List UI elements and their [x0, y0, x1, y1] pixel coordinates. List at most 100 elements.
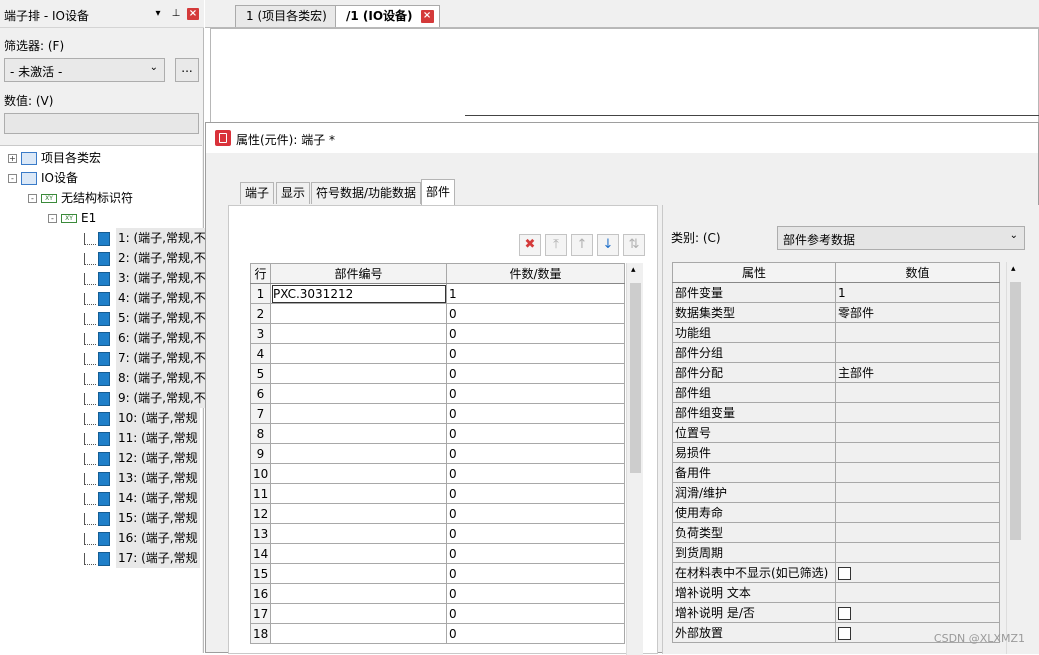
table-row[interactable]: 部件组 — [672, 382, 1000, 403]
part-number-cell[interactable] — [270, 543, 447, 564]
tab-parts[interactable]: 部件 — [421, 179, 456, 205]
terminal-item[interactable]: 12: (端子,常规 — [84, 448, 200, 468]
property-value-cell[interactable]: 1 — [835, 282, 1000, 303]
property-value-cell[interactable] — [835, 582, 1000, 603]
table-row[interactable]: 易损件 — [672, 442, 1000, 463]
table-row[interactable]: 50 — [250, 363, 625, 384]
table-row[interactable]: 到货周期 — [672, 542, 1000, 563]
part-number-cell[interactable] — [270, 383, 447, 404]
property-value-cell[interactable]: 主部件 — [835, 362, 1000, 383]
terminal-item[interactable]: 6: (端子,常规,不 — [84, 328, 208, 348]
part-number-cell[interactable] — [270, 423, 447, 444]
terminal-item[interactable]: 2: (端子,常规,不 — [84, 248, 208, 268]
move-top-icon[interactable]: ⤒ — [545, 234, 567, 256]
move-down-icon[interactable]: ↓ — [597, 234, 619, 256]
parts-scrollbar[interactable]: ▴ — [626, 263, 643, 655]
part-number-cell[interactable] — [270, 523, 447, 544]
quantity-cell[interactable]: 0 — [446, 323, 625, 344]
part-number-cell[interactable] — [270, 343, 447, 364]
terminal-item[interactable]: 17: (端子,常规 — [84, 548, 200, 568]
table-row[interactable]: 备用件 — [672, 462, 1000, 483]
part-number-cell[interactable] — [270, 563, 447, 584]
collapse-icon[interactable]: - — [28, 194, 37, 203]
table-row[interactable]: 11 0 — [250, 483, 625, 504]
scroll-up-icon[interactable]: ▴ — [631, 265, 636, 275]
column-header-value[interactable]: 数值 — [835, 262, 1000, 283]
scroll-up-icon[interactable]: ▴ — [1011, 264, 1016, 274]
checkbox[interactable] — [838, 566, 851, 580]
part-number-cell[interactable] — [270, 443, 447, 464]
terminal-item[interactable]: 3: (端子,常规,不 — [84, 268, 208, 288]
filter-select[interactable]: - 未激活 - ⌄ — [4, 58, 165, 82]
quantity-cell[interactable]: 0 — [446, 443, 625, 464]
scroll-thumb[interactable] — [630, 283, 641, 473]
property-value-cell[interactable] — [835, 462, 1000, 483]
tab-io-device[interactable]: /1 (IO设备) × — [335, 5, 440, 27]
dropdown-icon[interactable]: ▾ — [152, 8, 164, 20]
quantity-cell[interactable]: 0 — [446, 543, 625, 564]
table-row[interactable]: 部件变量 1 — [672, 282, 1000, 303]
table-row[interactable]: 润滑/维护 — [672, 482, 1000, 503]
table-row[interactable]: 增补说明 是/否 — [672, 602, 1000, 623]
terminal-item[interactable]: 14: (端子,常规 — [84, 488, 200, 508]
quantity-cell[interactable]: 0 — [446, 423, 625, 444]
table-row[interactable]: 1 PXC.3031212 1 — [250, 283, 625, 304]
table-row[interactable]: 16 0 — [250, 583, 625, 604]
quantity-cell[interactable]: 0 — [446, 303, 625, 324]
tree-item-e1[interactable]: - XY E1 — [48, 208, 96, 228]
property-value-cell[interactable] — [835, 502, 1000, 523]
quantity-cell[interactable]: 0 — [446, 483, 625, 504]
table-row[interactable]: 14 0 — [250, 543, 625, 564]
tab-project-macros[interactable]: 1 (项目各类宏) — [235, 5, 338, 27]
close-icon[interactable]: × — [187, 8, 199, 20]
quantity-cell[interactable]: 0 — [446, 463, 625, 484]
category-select[interactable]: 部件参考数据 ⌄ — [777, 226, 1025, 250]
tab-symbol-data[interactable]: 符号数据/功能数据 — [311, 182, 422, 204]
quantity-cell[interactable]: 0 — [446, 383, 625, 404]
table-row[interactable]: 部件分组 — [672, 342, 1000, 363]
move-up-icon[interactable]: ↑ — [571, 234, 593, 256]
terminal-item[interactable]: 1: (端子,常规,不 — [84, 228, 208, 248]
table-row[interactable]: 功能组 — [672, 322, 1000, 343]
drawing-canvas[interactable] — [210, 28, 1039, 124]
property-value-cell[interactable] — [835, 342, 1000, 363]
part-number-cell[interactable] — [270, 483, 447, 504]
quantity-cell[interactable]: 0 — [446, 503, 625, 524]
terminal-item[interactable]: 9: (端子,常规,不 — [84, 388, 208, 408]
table-row[interactable]: 在材料表中不显示(如已筛选) — [672, 562, 1000, 583]
quantity-cell[interactable]: 0 — [446, 583, 625, 604]
column-header-row[interactable]: 行 — [250, 263, 271, 284]
property-value-cell[interactable]: 零部件 — [835, 302, 1000, 323]
table-row[interactable]: 部件分配 主部件 — [672, 362, 1000, 383]
table-row[interactable]: 使用寿命 — [672, 502, 1000, 523]
terminal-item[interactable]: 11: (端子,常规 — [84, 428, 200, 448]
part-number-cell[interactable]: PXC.3031212 — [270, 283, 447, 304]
table-row[interactable]: 数据集类型 零部件 — [672, 302, 1000, 323]
quantity-cell[interactable]: 0 — [446, 603, 625, 624]
checkbox[interactable] — [838, 606, 851, 620]
terminal-item[interactable]: 16: (端子,常规 — [84, 528, 200, 548]
pin-icon[interactable]: ⊥ — [170, 8, 182, 20]
property-value-cell[interactable] — [835, 602, 1000, 623]
terminal-item[interactable]: 10: (端子,常规 — [84, 408, 200, 428]
terminal-item[interactable]: 13: (端子,常规 — [84, 468, 200, 488]
terminal-item[interactable]: 5: (端子,常规,不 — [84, 308, 208, 328]
property-value-cell[interactable] — [835, 402, 1000, 423]
table-row[interactable]: 18 0 — [250, 623, 625, 644]
tree-item-unstructured[interactable]: - XY 无结构标识符 — [28, 188, 133, 208]
quantity-cell[interactable]: 0 — [446, 343, 625, 364]
table-row[interactable]: 10 0 — [250, 463, 625, 484]
table-row[interactable]: 90 — [250, 443, 625, 464]
quantity-cell[interactable]: 0 — [446, 563, 625, 584]
close-icon[interactable]: × — [420, 10, 434, 23]
table-row[interactable]: 17 0 — [250, 603, 625, 624]
part-number-cell[interactable] — [270, 503, 447, 524]
checkbox[interactable] — [838, 626, 851, 640]
expand-icon[interactable]: + — [8, 154, 17, 163]
table-row[interactable]: 20 — [250, 303, 625, 324]
part-number-cell[interactable] — [270, 583, 447, 604]
terminal-item[interactable]: 15: (端子,常规 — [84, 508, 200, 528]
tree-item-project-macros[interactable]: + 项目各类宏 — [8, 148, 101, 168]
quantity-cell[interactable]: 0 — [446, 523, 625, 544]
quantity-cell[interactable]: 0 — [446, 363, 625, 384]
